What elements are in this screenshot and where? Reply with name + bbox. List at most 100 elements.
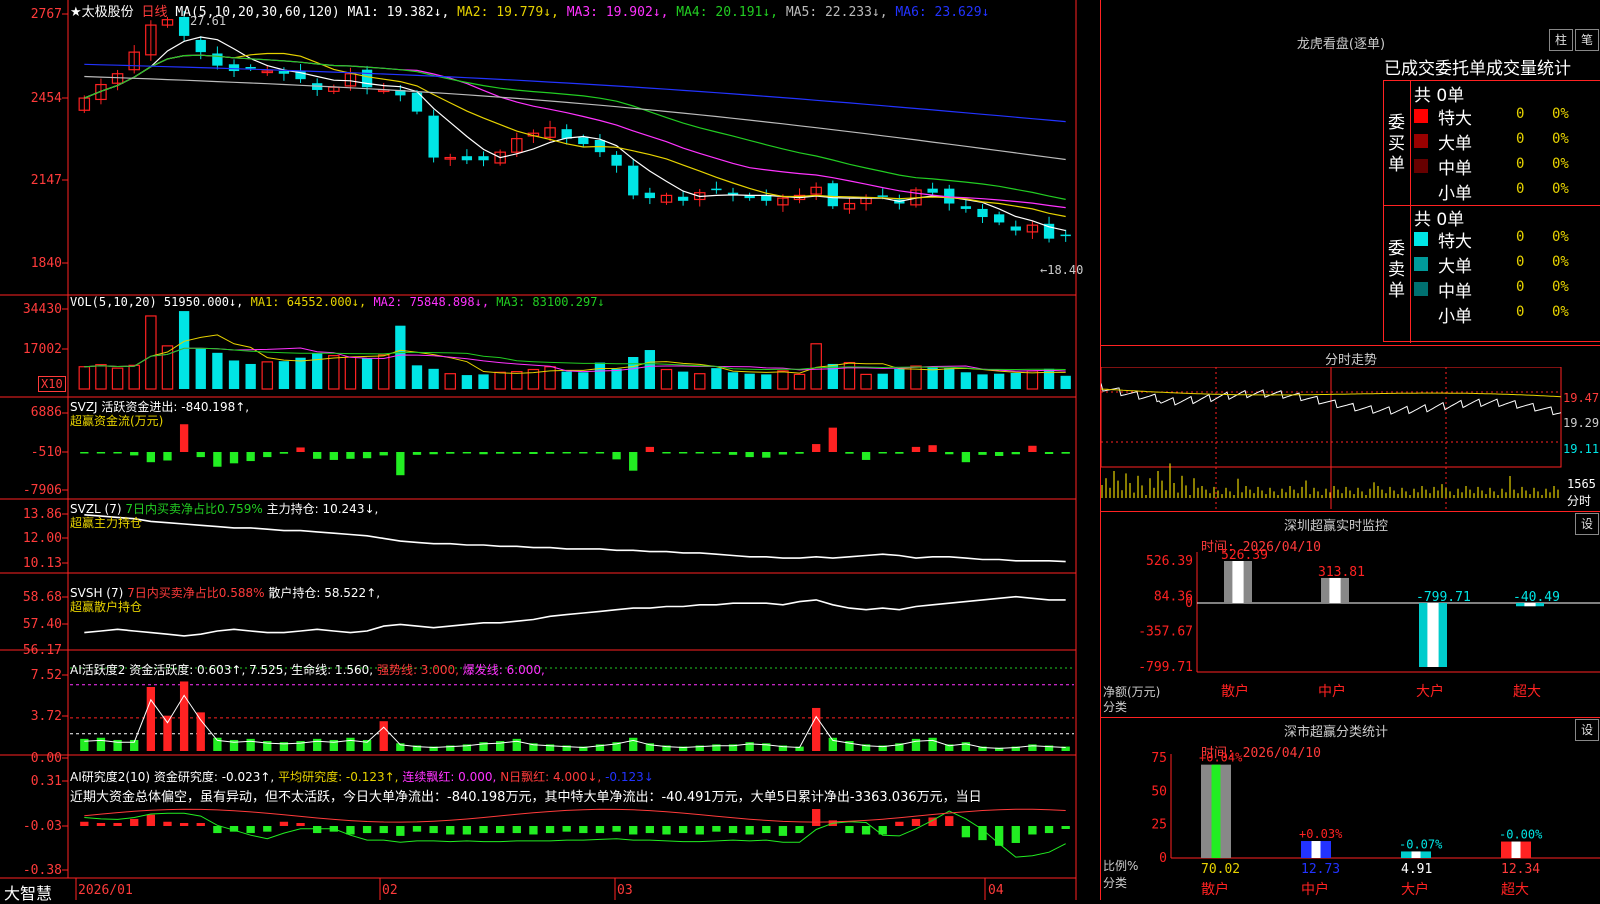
vol-tick: 34430 — [22, 302, 62, 317]
intraday-chart[interactable] — [1101, 367, 1600, 509]
monitor-tick: 526.39 — [1146, 554, 1193, 569]
volume-bar — [877, 373, 888, 389]
chart-canvas[interactable] — [0, 0, 1100, 900]
research-bar — [595, 826, 605, 834]
stats-xlabel: 分类 — [1103, 876, 1128, 890]
volume-bar — [611, 368, 622, 389]
order-percent: 0% — [1552, 156, 1569, 172]
flow-bar — [812, 444, 821, 452]
stats-value-label: 4.91 — [1401, 862, 1432, 877]
stats-bar-highlight — [1511, 841, 1521, 858]
order-percent: 0% — [1552, 229, 1569, 245]
research-bar — [429, 826, 438, 834]
flow-bar — [130, 452, 139, 456]
dragon-subtitle: 已成交委托单成交量统计 — [1384, 59, 1571, 79]
ma-line-4 — [84, 54, 1066, 200]
main-chart-area[interactable]: ★太极股份 日线 MA(5,10,20,30,60,120) MA1: 19.3… — [0, 0, 1100, 903]
svzl-tick: 12.00 — [22, 531, 62, 546]
order-color-swatch — [1414, 134, 1428, 148]
research-header: AI研究度2(10) 资金研究度: -0.023↑, 平均研究度: -0.123… — [70, 768, 654, 785]
order-row: 大单 0 0% — [1414, 129, 1600, 154]
candle-body — [677, 196, 689, 201]
monitor-category: 超大 — [1513, 684, 1541, 700]
research-bar — [579, 826, 588, 834]
candle-body — [361, 69, 373, 88]
volume-bar — [644, 350, 656, 389]
svzj-tick: -510 — [30, 445, 62, 460]
intraday-tick: 19.29 — [1563, 416, 1600, 430]
candle-body — [578, 137, 589, 145]
volume-bar — [960, 372, 972, 389]
stats-chart: 75 50 25 0 +0.04% 70.02 散户 +0.03% 12.73 中户 -0.07% 4… — [1151, 751, 1600, 898]
volume-bar — [1026, 370, 1039, 390]
monitor-bar-highlight — [1329, 577, 1341, 603]
flow-bar — [1011, 452, 1020, 455]
activity-bar — [179, 681, 189, 751]
research-tick: 0.31 — [30, 774, 62, 789]
order-table: 委买单 委卖单 共 0单 共 0单 特大 0 0% 大单 0 0% 中单 0 0% 小单 0 0% 特… — [1383, 80, 1600, 343]
flow-bar — [645, 446, 655, 452]
flow-bar — [329, 452, 338, 460]
vol-ma1: MA1: 64552.000↓, — [250, 295, 367, 309]
volume-bar — [145, 315, 157, 390]
retail-line — [84, 595, 1066, 637]
research-bar — [462, 826, 472, 835]
high-mark: 27.61 — [190, 14, 227, 28]
order-percent: 0% — [1552, 131, 1569, 147]
ma-line-5 — [84, 75, 1066, 161]
research-nday: N日飘红: 4.000↓, — [500, 770, 602, 784]
stock-name[interactable]: ★太极股份 — [70, 5, 134, 20]
svsh-hold: 散户持仓: 58.522↑, — [268, 586, 381, 600]
candle-body — [278, 71, 290, 74]
volume-bar — [478, 374, 489, 389]
svzl-hold: 主力持仓: 10.243↓, — [266, 502, 379, 516]
ai-strong: 强势线: 3.000, — [376, 663, 459, 677]
ma2-value: MA2: 19.779↓, — [457, 5, 559, 20]
order-row: 大单 0 0% — [1414, 252, 1600, 277]
flow-bar — [595, 452, 605, 454]
order-percent: 0% — [1552, 181, 1569, 197]
research-bar — [263, 826, 272, 832]
low-mark: ←18.40 — [1040, 263, 1084, 277]
stats-bar-highlight — [1211, 764, 1221, 858]
candle-body — [877, 195, 888, 197]
flow-bar — [712, 452, 721, 454]
volume-bar — [411, 365, 423, 389]
volume-bar — [295, 357, 306, 389]
volume-bar — [228, 360, 240, 389]
ma6-value: MA6: 23.629↓ — [895, 5, 990, 20]
research-tick: -0.03 — [22, 819, 62, 834]
volume-bar — [444, 373, 457, 390]
research-bar — [728, 826, 738, 834]
tab-bar-view[interactable]: 柱 — [1549, 29, 1573, 51]
activity-bar — [146, 686, 156, 751]
ai-tick: 7.52 — [30, 668, 62, 683]
research-bar — [163, 821, 172, 826]
order-color-swatch — [1414, 257, 1428, 271]
order-color-swatch — [1414, 282, 1428, 296]
stats-change-label: -0.00% — [1499, 828, 1543, 842]
stats-value-label: 70.02 — [1201, 862, 1240, 877]
flow-bar — [945, 452, 954, 455]
stats-category: 大户 — [1401, 881, 1429, 898]
research-bar — [845, 826, 854, 834]
stats-value-label: 12.73 — [1301, 862, 1340, 877]
order-count: 0 — [1516, 254, 1525, 270]
flow-bar — [961, 452, 971, 463]
order-percent: 0% — [1552, 304, 1569, 320]
volume-bar — [1060, 375, 1071, 389]
tab-tick-view[interactable]: 笔 — [1575, 29, 1599, 51]
flow-bar — [229, 452, 239, 464]
buy-side-label: 委买单 — [1388, 113, 1405, 175]
period-label[interactable]: 日线 — [141, 5, 167, 20]
research-bar — [994, 826, 1004, 846]
monitor-chart: 526.3984.360-357.67-799.71526.39散户313.81… — [1138, 548, 1600, 700]
flow-bar — [179, 424, 189, 452]
activity-bar — [246, 738, 255, 751]
order-count: 0 — [1516, 304, 1525, 320]
stats-value-label: 12.34 — [1501, 862, 1540, 877]
price-tick: 2147 — [30, 173, 62, 188]
candle-body — [1060, 234, 1071, 237]
flow-bar — [362, 452, 372, 459]
research-bar — [895, 821, 904, 826]
